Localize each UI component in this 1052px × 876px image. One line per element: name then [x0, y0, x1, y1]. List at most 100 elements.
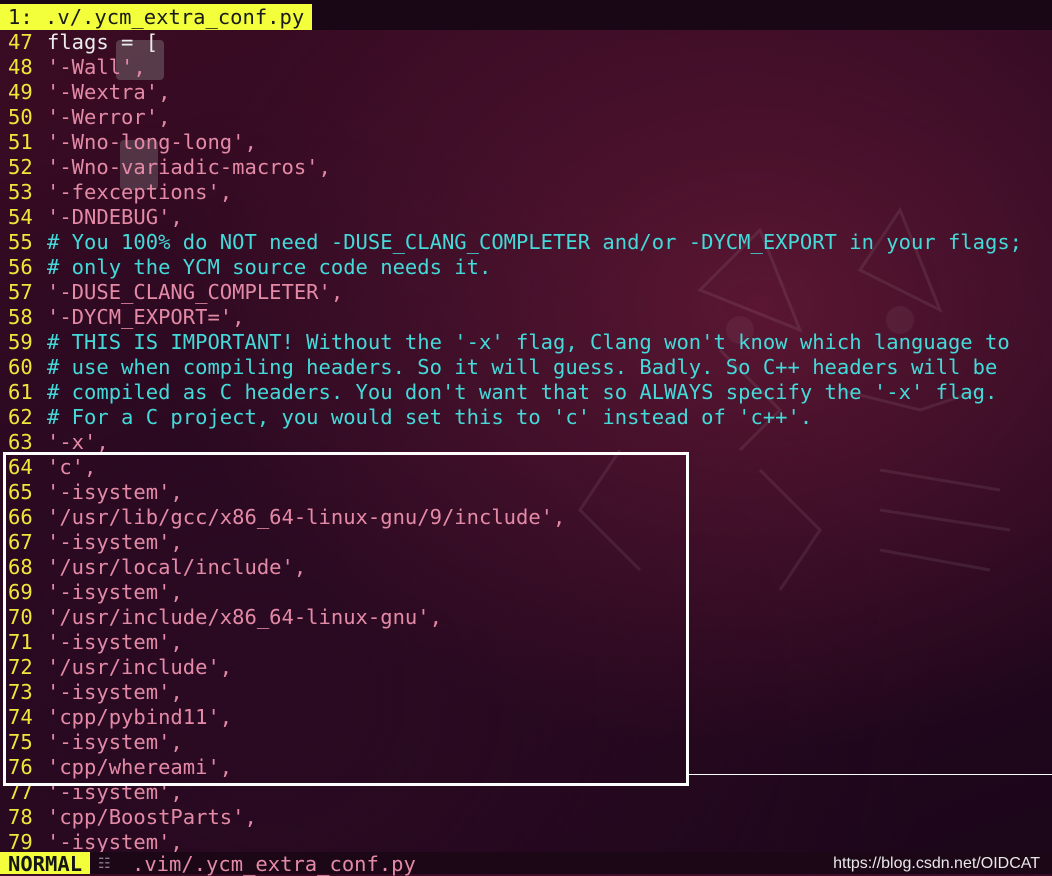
line-number: 59	[8, 330, 33, 354]
code-text: '-isystem',	[47, 830, 183, 854]
line-number: 60	[8, 355, 33, 379]
line-number: 70	[8, 605, 33, 629]
code-line[interactable]: 68 '/usr/local/include',	[0, 555, 1052, 580]
line-number: 65	[8, 480, 33, 504]
line-number: 53	[8, 180, 33, 204]
code-line[interactable]: 72 '/usr/include',	[0, 655, 1052, 680]
code-text: '-isystem',	[47, 780, 183, 804]
line-number: 71	[8, 630, 33, 654]
line-number: 67	[8, 530, 33, 554]
code-line[interactable]: 58 '-DYCM_EXPORT=',	[0, 305, 1052, 330]
line-number: 52	[8, 155, 33, 179]
line-number: 51	[8, 130, 33, 154]
tabline: 1: .v/.ycm_extra_conf.py	[0, 0, 1052, 30]
code-text: '/usr/lib/gcc/x86_64-linux-gnu/9/include…	[47, 505, 566, 529]
code-text: '-isystem',	[47, 680, 183, 704]
status-filename: .vim/.ycm_extra_conf.py	[132, 852, 416, 876]
code-text: '/usr/local/include',	[47, 555, 307, 579]
line-number: 63	[8, 430, 33, 454]
code-text: 'cpp/BoostParts',	[47, 805, 257, 829]
code-line[interactable]: 71 '-isystem',	[0, 630, 1052, 655]
code-text: '-isystem',	[47, 630, 183, 654]
code-text: '-isystem',	[47, 580, 183, 604]
code-line[interactable]: 77 '-isystem',	[0, 780, 1052, 805]
line-number: 69	[8, 580, 33, 604]
tab-active[interactable]: 1: .v/.ycm_extra_conf.py	[0, 4, 313, 30]
line-number: 47	[8, 30, 33, 54]
code-line[interactable]: 48 '-Wall',	[0, 55, 1052, 80]
git-branch-icon: ☷	[98, 856, 111, 872]
line-number: 74	[8, 705, 33, 729]
code-line[interactable]: 50 '-Werror',	[0, 105, 1052, 130]
code-line[interactable]: 73 '-isystem',	[0, 680, 1052, 705]
line-number: 73	[8, 680, 33, 704]
line-number: 58	[8, 305, 33, 329]
code-text: '-isystem',	[47, 730, 183, 754]
code-line[interactable]: 64 'c',	[0, 455, 1052, 480]
code-line[interactable]: 70 '/usr/include/x86_64-linux-gnu',	[0, 605, 1052, 630]
code-line[interactable]: 54 '-DNDEBUG',	[0, 205, 1052, 230]
code-line[interactable]: 49 '-Wextra',	[0, 80, 1052, 105]
code-line[interactable]: 65 '-isystem',	[0, 480, 1052, 505]
mode-indicator: NORMAL	[0, 852, 91, 876]
code-line[interactable]: 56 # only the YCM source code needs it.	[0, 255, 1052, 280]
line-number: 62	[8, 405, 33, 429]
line-number: 78	[8, 805, 33, 829]
code-text: '-DUSE_CLANG_COMPLETER',	[47, 280, 344, 304]
code-line[interactable]: 74 'cpp/pybind11',	[0, 705, 1052, 730]
line-number: 61	[8, 380, 33, 404]
code-line[interactable]: 53 '-fexceptions',	[0, 180, 1052, 205]
code-line[interactable]: 47 flags = [	[0, 30, 1052, 55]
code-text: '/usr/include',	[47, 655, 233, 679]
line-number: 75	[8, 730, 33, 754]
code-text: '-fexceptions',	[47, 180, 233, 204]
line-number: 68	[8, 555, 33, 579]
line-number: 64	[8, 455, 33, 479]
code-line[interactable]: 66 '/usr/lib/gcc/x86_64-linux-gnu/9/inclu…	[0, 505, 1052, 530]
code-text: '-Wno-variadic-macros',	[47, 155, 331, 179]
code-line[interactable]: 61 # compiled as C headers. You don't wan…	[0, 380, 1052, 405]
line-number: 55	[8, 230, 33, 254]
code-text: 'cpp/pybind11',	[47, 705, 233, 729]
code-text: # For a C project, you would set this to…	[47, 405, 813, 429]
code-text: # You 100% do NOT need -DUSE_CLANG_COMPL…	[47, 230, 1023, 254]
code-line[interactable]: 67 '-isystem',	[0, 530, 1052, 555]
line-number: 56	[8, 255, 33, 279]
editor-buffer[interactable]: 47 flags = [ 48 '-Wall', 49 '-Wextra', 50 '-Wer…	[0, 30, 1052, 855]
code-line[interactable]: 63 '-x',	[0, 430, 1052, 455]
code-line[interactable]: 60 # use when compiling headers. So it wi…	[0, 355, 1052, 380]
code-text: # use when compiling headers. So it will…	[47, 355, 998, 379]
code-text: 'c',	[47, 455, 97, 479]
annotation-line	[686, 774, 1052, 775]
code-line[interactable]: 69 '-isystem',	[0, 580, 1052, 605]
code-text: '-isystem',	[47, 480, 183, 504]
code-line[interactable]: 51 '-Wno-long-long',	[0, 130, 1052, 155]
code-text: 'cpp/whereami',	[47, 755, 233, 779]
line-number: 72	[8, 655, 33, 679]
code-line[interactable]: 76 'cpp/whereami',	[0, 755, 1052, 780]
code-text: # THIS IS IMPORTANT! Without the '-x' fl…	[47, 330, 1010, 354]
code-text: # compiled as C headers. You don't want …	[47, 380, 998, 404]
code-line[interactable]: 75 '-isystem',	[0, 730, 1052, 755]
code-text: '-DNDEBUG',	[47, 205, 183, 229]
code-line[interactable]: 62 # For a C project, you would set this …	[0, 405, 1052, 430]
line-number: 49	[8, 80, 33, 104]
code-text: '-x',	[47, 430, 109, 454]
code-text: flags = [	[47, 30, 159, 54]
code-text: '-Wall',	[47, 55, 146, 79]
code-text: '-Werror',	[47, 105, 171, 129]
code-line[interactable]: 52 '-Wno-variadic-macros',	[0, 155, 1052, 180]
code-text: '-isystem',	[47, 530, 183, 554]
code-text: '/usr/include/x86_64-linux-gnu',	[47, 605, 442, 629]
code-line[interactable]: 78 'cpp/BoostParts',	[0, 805, 1052, 830]
code-text: # only the YCM source code needs it.	[47, 255, 492, 279]
code-text: '-Wextra',	[47, 80, 171, 104]
code-line[interactable]: 55 # You 100% do NOT need -DUSE_CLANG_COM…	[0, 230, 1052, 255]
code-line[interactable]: 59 # THIS IS IMPORTANT! Without the '-x' …	[0, 330, 1052, 355]
code-text: '-Wno-long-long',	[47, 130, 257, 154]
code-text: '-DYCM_EXPORT=',	[47, 305, 245, 329]
line-number: 76	[8, 755, 33, 779]
line-number: 50	[8, 105, 33, 129]
line-number: 48	[8, 55, 33, 79]
code-line[interactable]: 57 '-DUSE_CLANG_COMPLETER',	[0, 280, 1052, 305]
